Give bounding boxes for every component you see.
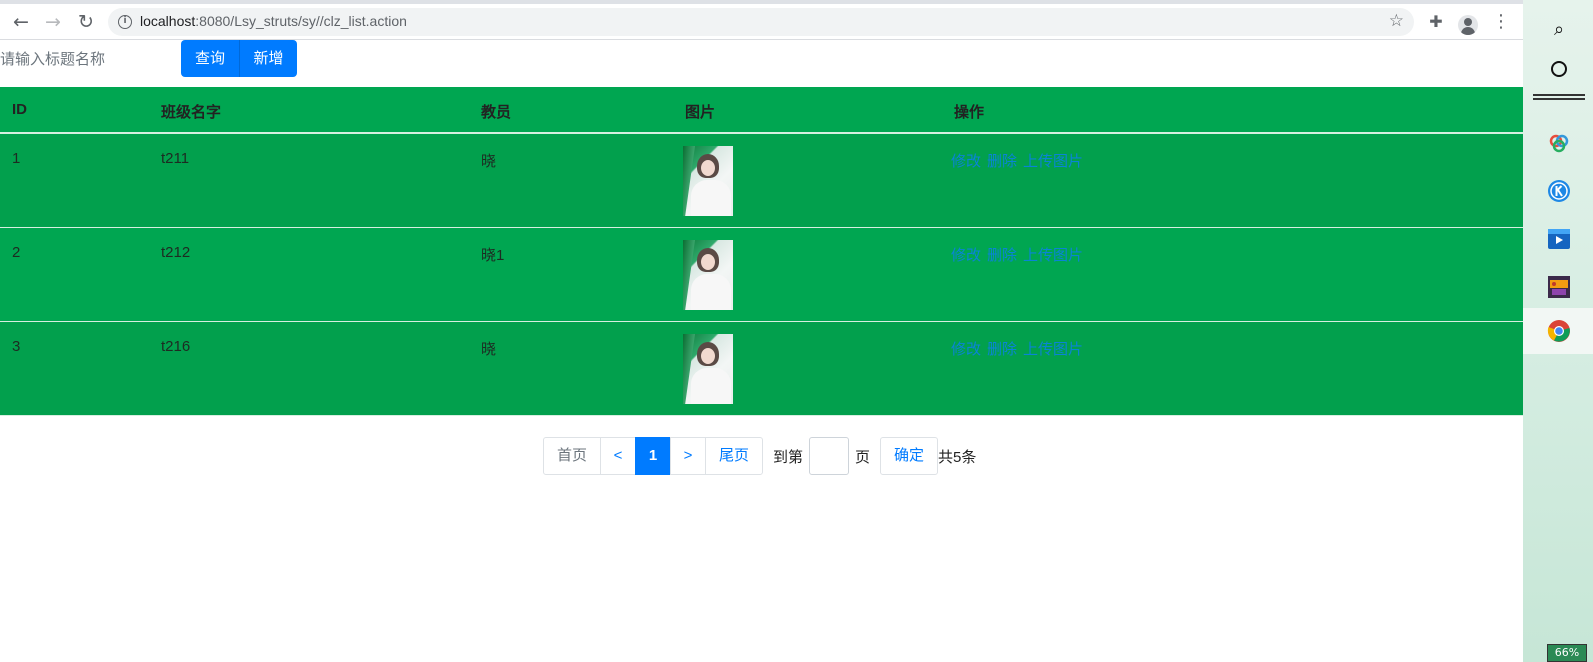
delete-link[interactable]: 删除 (987, 153, 1017, 170)
profile-avatar-icon[interactable] (1458, 15, 1478, 35)
dock-app-game-icon[interactable] (1546, 274, 1572, 300)
side-dock: ⌕ 66% (1523, 0, 1593, 662)
browser-window: ← → ↻ i localhost:8080/Lsy_struts/sy//cl… (0, 0, 1523, 662)
current-page-button[interactable]: 1 (635, 437, 671, 475)
url-text[interactable]: localhost:8080/Lsy_struts/sy//clz_list.a… (140, 13, 407, 29)
reload-icon[interactable]: ↻ (75, 11, 97, 33)
header-teacher: 教员 (481, 104, 512, 121)
dock-divider (1533, 94, 1585, 100)
cell-teacher: 晓1 (481, 247, 505, 264)
class-table: ID 班级名字 教员 图片 操作 1 t211 晓 修改 删除 上传图片 2 t… (0, 87, 1523, 416)
upload-image-link[interactable]: 上传图片 (1023, 341, 1083, 358)
next-page-button[interactable]: > (670, 437, 706, 475)
query-button[interactable]: 查询 (181, 40, 239, 77)
goto-confirm-button[interactable]: 确定 (880, 437, 939, 475)
url-host: localhost (140, 13, 196, 29)
cell-class-name: t211 (161, 150, 190, 167)
row-actions: 修改 删除 上传图片 (951, 338, 1089, 359)
page-content: 查询 新增 ID 班级名字 教员 图片 操作 1 t211 晓 (0, 40, 1523, 662)
table-body: 1 t211 晓 修改 删除 上传图片 2 t212 晓1 修改 删除 上传图片… (0, 134, 1523, 416)
title-search-input[interactable] (0, 40, 178, 78)
header-class-name: 班级名字 (161, 104, 222, 121)
back-icon[interactable]: ← (10, 11, 32, 33)
class-image-thumbnail (683, 146, 733, 216)
table-row: 2 t212 晓1 修改 删除 上传图片 (0, 228, 1523, 322)
browser-toolbar: ← → ↻ i localhost:8080/Lsy_struts/sy//cl… (0, 4, 1523, 40)
cell-id: 3 (12, 338, 21, 355)
cell-class-name: t212 (161, 244, 191, 261)
header-image: 图片 (685, 104, 716, 121)
dock-app-flower-icon[interactable] (1546, 130, 1572, 156)
cell-id: 2 (12, 244, 21, 261)
address-bar[interactable]: i localhost:8080/Lsy_struts/sy//clz_list… (108, 8, 1414, 36)
table-header: ID 班级名字 教员 图片 操作 (0, 87, 1523, 134)
prev-page-button[interactable]: < (600, 437, 636, 475)
goto-prefix-label: 到第 (773, 448, 804, 466)
delete-link[interactable]: 删除 (987, 247, 1017, 264)
upload-image-link[interactable]: 上传图片 (1023, 153, 1083, 170)
edit-link[interactable]: 修改 (951, 341, 981, 358)
edit-link[interactable]: 修改 (951, 247, 981, 264)
edit-link[interactable]: 修改 (951, 153, 981, 170)
row-actions: 修改 删除 上传图片 (951, 150, 1089, 171)
upload-image-link[interactable]: 上传图片 (1023, 247, 1083, 264)
class-image-thumbnail (683, 240, 733, 310)
screen: ← → ↻ i localhost:8080/Lsy_struts/sy//cl… (0, 0, 1593, 662)
table-row: 1 t211 晓 修改 删除 上传图片 (0, 134, 1523, 228)
dock-app-k-icon[interactable] (1546, 178, 1572, 204)
search-bar: 查询 新增 (0, 40, 400, 78)
dock-app-video-icon[interactable] (1546, 226, 1572, 252)
dock-chrome-icon[interactable] (1546, 318, 1572, 344)
delete-link[interactable]: 删除 (987, 341, 1017, 358)
battery-indicator: 66% (1547, 644, 1587, 662)
class-image-thumbnail (683, 334, 733, 404)
total-count-label: 共5条 (938, 448, 977, 466)
cell-class-name: t216 (161, 338, 191, 355)
cell-teacher: 晓 (481, 341, 497, 358)
bookmark-star-icon[interactable]: ☆ (1389, 11, 1404, 31)
header-id: ID (12, 101, 27, 118)
table-row: 3 t216 晓 修改 删除 上传图片 (0, 322, 1523, 416)
goto-page-input[interactable] (809, 437, 850, 475)
cell-id: 1 (12, 150, 21, 167)
pagination: 首页 < 1 > 尾页 到第 页 确定 共5条 (543, 437, 976, 475)
extensions-icon[interactable]: ✚ (1425, 11, 1447, 33)
row-actions: 修改 删除 上传图片 (951, 244, 1089, 265)
forward-icon[interactable]: → (42, 11, 64, 33)
add-button[interactable]: 新增 (239, 40, 297, 77)
url-path: :8080/Lsy_struts/sy//clz_list.action (195, 13, 407, 29)
dock-cortana-icon[interactable] (1546, 56, 1572, 82)
cell-teacher: 晓 (481, 153, 497, 170)
header-actions: 操作 (954, 104, 985, 121)
browser-menu-icon[interactable]: ⋮ (1490, 11, 1512, 33)
last-page-button[interactable]: 尾页 (705, 437, 763, 475)
first-page-button[interactable]: 首页 (543, 437, 601, 475)
dock-search-icon[interactable]: ⌕ (1546, 16, 1572, 42)
goto-suffix-label: 页 (855, 448, 871, 466)
site-info-icon[interactable]: i (118, 15, 132, 29)
